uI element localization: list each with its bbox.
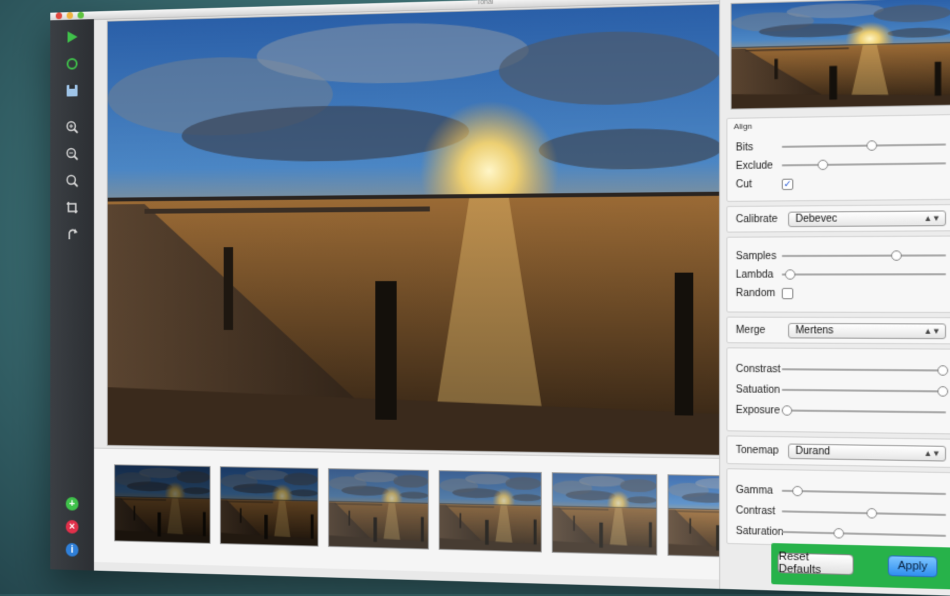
cut-label: Cut (736, 178, 782, 190)
merge-saturation-label: Satuation (736, 384, 782, 396)
apply-button[interactable]: Apply (888, 555, 938, 577)
rotate-icon[interactable] (63, 225, 81, 244)
tonemap-section: Tonemap Durand ▲▼ (726, 435, 950, 468)
zoom-in-icon[interactable] (63, 117, 81, 136)
crop-icon[interactable] (63, 198, 81, 217)
thumbnail-3[interactable] (328, 468, 429, 549)
merge-contrast-slider[interactable] (782, 368, 946, 371)
merge-exposure-slider[interactable] (782, 409, 946, 413)
thumbnail-5[interactable] (552, 472, 657, 555)
tonemap-select-value: Durand (795, 445, 830, 457)
settings-panel: Align Bits Exclude Cut ✓ Calibrate Debev… (719, 0, 950, 596)
tonemap-params-section: Gamma Contrast Saturation (726, 468, 950, 549)
merge-saturation-slider-knob[interactable] (937, 386, 948, 397)
merge-params-section: Constrast Satuation Exposure (726, 347, 950, 434)
add-icon[interactable]: + (66, 497, 79, 511)
select-arrows-icon: ▲▼ (924, 326, 941, 335)
tonemap-contrast-label: Contrast (736, 505, 782, 517)
tonemap-contrast-slider[interactable] (782, 510, 946, 516)
left-toolbar: + × i (50, 19, 94, 570)
samples-label: Samples (736, 250, 782, 261)
gamma-slider[interactable] (782, 490, 946, 495)
gamma-slider-knob[interactable] (793, 486, 804, 497)
bits-slider-knob[interactable] (866, 140, 877, 151)
merge-section: Merge Mertens ▲▼ (726, 317, 950, 345)
merge-saturation-slider[interactable] (782, 389, 946, 393)
thumbnail-2[interactable] (220, 466, 319, 546)
navigator-preview (731, 0, 950, 110)
merge-exposure-label: Exposure (736, 404, 782, 416)
tonemap-saturation-slider[interactable] (782, 531, 946, 537)
align-section: Align Bits Exclude Cut ✓ (726, 114, 950, 202)
action-footer: Reset Defaults Apply (771, 543, 950, 590)
calibrate-select-value: Debevec (795, 213, 837, 225)
reset-defaults-button[interactable]: Reset Defaults (778, 552, 854, 575)
hdr-preview-image (108, 4, 720, 454)
merge-label: Merge (736, 324, 788, 336)
bits-slider[interactable] (782, 143, 946, 147)
remove-icon[interactable]: × (66, 520, 79, 534)
tonemap-saturation-label: Saturation (736, 525, 782, 537)
lambda-slider-knob[interactable] (785, 269, 796, 279)
toolbar-bottom-group: + × i (50, 497, 94, 558)
calibrate-section: Calibrate Debevec ▲▼ (726, 204, 950, 233)
merge-contrast-slider-knob[interactable] (937, 365, 948, 376)
random-checkbox[interactable] (782, 287, 794, 298)
samples-section: Samples Lambda Random (726, 236, 950, 313)
merge-select[interactable]: Mertens ▲▼ (788, 322, 946, 338)
align-title: Align (734, 118, 950, 131)
lambda-label: Lambda (736, 269, 782, 280)
tonemap-select[interactable]: Durand ▲▼ (788, 443, 946, 461)
exposure-filmstrip (94, 448, 748, 581)
random-label: Random (736, 287, 782, 298)
merge-contrast-label: Constrast (736, 363, 782, 375)
refresh-icon[interactable] (63, 54, 81, 74)
tonemap-label: Tonemap (736, 444, 788, 456)
merge-exposure-slider-knob[interactable] (781, 405, 792, 415)
play-icon[interactable] (63, 27, 81, 47)
gamma-label: Gamma (736, 484, 782, 496)
image-viewer[interactable] (107, 3, 721, 455)
select-arrows-icon: ▲▼ (924, 213, 941, 223)
calibrate-select[interactable]: Debevec ▲▼ (788, 210, 946, 227)
app-window: Tonal + × i (50, 0, 950, 596)
thumbnail-1[interactable] (114, 464, 210, 544)
bits-label: Bits (736, 141, 782, 153)
select-arrows-icon: ▲▼ (924, 448, 941, 458)
samples-slider[interactable] (782, 254, 946, 257)
zoom-fit-icon[interactable] (63, 171, 81, 190)
tonemap-contrast-slider-knob[interactable] (866, 508, 877, 519)
lambda-slider[interactable] (782, 273, 946, 275)
calibrate-label: Calibrate (736, 213, 788, 225)
zoom-out-icon[interactable] (63, 144, 81, 163)
save-icon[interactable] (63, 81, 81, 101)
thumbnail-4[interactable] (439, 470, 542, 552)
tonemap-saturation-slider-knob[interactable] (833, 528, 844, 539)
exclude-slider-knob[interactable] (817, 160, 828, 170)
samples-slider-knob[interactable] (891, 250, 902, 260)
merge-select-value: Mertens (795, 325, 833, 337)
exclude-label: Exclude (736, 160, 782, 172)
exclude-slider[interactable] (782, 162, 946, 166)
info-icon[interactable]: i (66, 543, 79, 557)
cut-checkbox[interactable]: ✓ (782, 178, 794, 189)
